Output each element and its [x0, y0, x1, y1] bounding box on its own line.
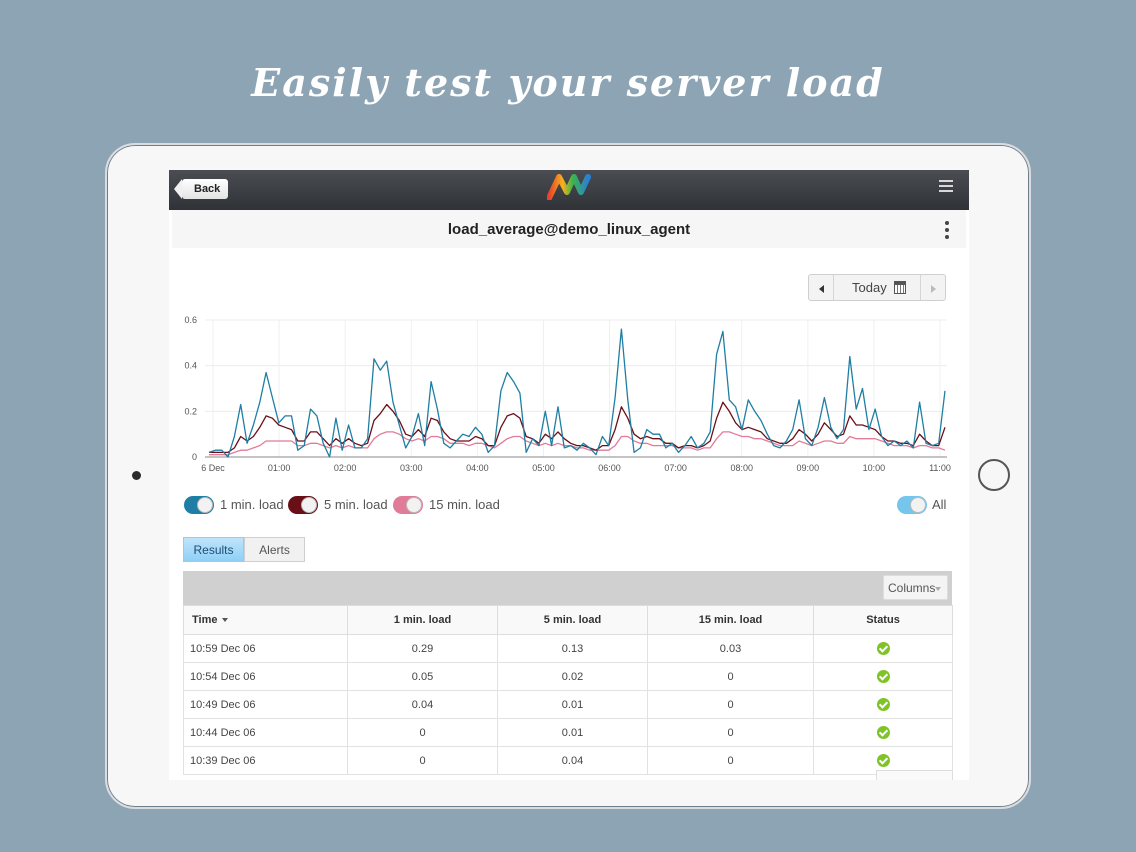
- date-picker: Today: [808, 274, 946, 301]
- toggle-15-min-load[interactable]: [393, 496, 423, 514]
- chart-y-tick-label: 0.4: [184, 361, 197, 371]
- cell-time: 10:39 Dec 06: [183, 746, 348, 775]
- chart-x-tick-label: 05:00: [532, 463, 555, 473]
- top-bar: Back: [169, 170, 969, 210]
- legend-label-5-min-load: 5 min. load: [324, 497, 388, 512]
- chart-x-tick-label: 07:00: [664, 463, 687, 473]
- grid-toolbar: Columns: [183, 571, 952, 605]
- cell-time: 10:54 Dec 06: [183, 662, 348, 691]
- status-ok-icon: [876, 642, 890, 655]
- table-row[interactable]: 10:59 Dec 06 0.29 0.13 0.03: [183, 634, 953, 663]
- cell-status: [813, 662, 953, 691]
- column-header-time[interactable]: Time: [183, 605, 348, 635]
- results-table: Time 1 min. load 5 min. load 15 min. loa…: [183, 605, 953, 775]
- more-options-icon[interactable]: [945, 221, 949, 239]
- status-ok-icon: [876, 670, 890, 683]
- chart-x-tick-label: 6 Dec: [201, 463, 225, 473]
- cell-status: [813, 718, 953, 747]
- cell-5-min-load: 0.01: [497, 718, 648, 747]
- back-button[interactable]: Back: [173, 179, 229, 199]
- column-header-15-min-load[interactable]: 15 min. load: [647, 605, 814, 635]
- column-header-status[interactable]: Status: [813, 605, 953, 635]
- cell-1-min-load: 0.05: [347, 662, 498, 691]
- cell-15-min-load: 0.03: [647, 634, 814, 663]
- columns-button[interactable]: Columns: [883, 575, 948, 600]
- app-logo-icon: [547, 174, 591, 200]
- app-screen: Back load_average@demo_linux_agent Today…: [169, 170, 969, 780]
- chart-x-tick-label: 02:00: [334, 463, 357, 473]
- column-header-time-label: Time: [192, 614, 218, 626]
- cell-1-min-load: 0.29: [347, 634, 498, 663]
- table-header-row: Time 1 min. load 5 min. load 15 min. loa…: [183, 605, 953, 635]
- cell-time: 10:59 Dec 06: [183, 634, 348, 663]
- cell-5-min-load: 0.13: [497, 634, 648, 663]
- chart-x-tick-label: 04:00: [466, 463, 489, 473]
- legend-label-15-min-load: 15 min. load: [429, 497, 500, 512]
- cell-1-min-load: 0.04: [347, 690, 498, 719]
- chart-x-tick-label: 11:00: [929, 463, 951, 473]
- cell-15-min-load: 0: [647, 718, 814, 747]
- toggle-5-min-load[interactable]: [288, 496, 318, 514]
- column-header-5-min-load[interactable]: 5 min. load: [497, 605, 648, 635]
- cell-status: [813, 690, 953, 719]
- hamburger-menu-icon[interactable]: [939, 180, 953, 194]
- pager-box[interactable]: [876, 770, 953, 780]
- legend-label-all: All: [932, 497, 947, 512]
- table-row[interactable]: 10:39 Dec 06 0 0.04 0: [183, 746, 953, 775]
- cell-status: [813, 634, 953, 663]
- page-title: load_average@demo_linux_agent: [447, 221, 691, 238]
- column-header-1-min-load[interactable]: 1 min. load: [347, 605, 498, 635]
- next-day-button[interactable]: [920, 275, 945, 300]
- chart-x-tick-label: 10:00: [863, 463, 886, 473]
- tab-alerts[interactable]: Alerts: [244, 537, 305, 562]
- cell-1-min-load: 0: [347, 746, 498, 775]
- chart-x-tick-label: 09:00: [797, 463, 820, 473]
- status-ok-icon: [876, 698, 890, 711]
- toggle-all[interactable]: [897, 496, 927, 514]
- cell-15-min-load: 0: [647, 746, 814, 775]
- chart-x-tick-label: 01:00: [268, 463, 291, 473]
- cell-5-min-load: 0.02: [497, 662, 648, 691]
- chart-x-tick-label: 03:00: [400, 463, 423, 473]
- tablet-home-button: [978, 459, 1010, 491]
- date-picker-label[interactable]: Today: [852, 280, 887, 295]
- tab-results[interactable]: Results: [183, 537, 244, 562]
- toggle-1-min-load[interactable]: [184, 496, 214, 514]
- legend-label-1-min-load: 1 min. load: [220, 497, 284, 512]
- tablet-camera: [132, 471, 141, 480]
- cell-time: 10:44 Dec 06: [183, 718, 348, 747]
- headline: Easily test your server load: [251, 60, 885, 105]
- table-row[interactable]: 10:49 Dec 06 0.04 0.01 0: [183, 690, 953, 719]
- calendar-icon[interactable]: [894, 281, 906, 294]
- title-bar: load_average@demo_linux_agent: [172, 210, 966, 248]
- chart-y-tick-label: 0.6: [184, 315, 197, 325]
- sort-desc-icon: [222, 618, 229, 623]
- status-ok-icon: [876, 754, 890, 767]
- cell-15-min-load: 0: [647, 690, 814, 719]
- chart-x-tick-label: 06:00: [598, 463, 621, 473]
- cell-1-min-load: 0: [347, 718, 498, 747]
- cell-time: 10:49 Dec 06: [183, 690, 348, 719]
- cell-5-min-load: 0.04: [497, 746, 648, 775]
- chart-x-tick-label: 08:00: [730, 463, 753, 473]
- chart-series-line-1-min-load: [208, 328, 946, 458]
- chart-y-tick-label: 0.2: [184, 406, 197, 416]
- previous-day-button[interactable]: [809, 275, 834, 300]
- load-chart: 0 0.2 0.4 0.6 6 Dec 01:00 02:00 03:00 04:00 05:00…: [184, 315, 951, 473]
- table-row[interactable]: 10:44 Dec 06 0 0.01 0: [183, 718, 953, 747]
- results-grid: Columns Time 1 min. load 5 min. load 15 …: [183, 571, 953, 775]
- table-row[interactable]: 10:54 Dec 06 0.05 0.02 0: [183, 662, 953, 691]
- status-ok-icon: [876, 726, 890, 739]
- cell-15-min-load: 0: [647, 662, 814, 691]
- chart-y-tick-label: 0: [192, 452, 197, 462]
- cell-5-min-load: 0.01: [497, 690, 648, 719]
